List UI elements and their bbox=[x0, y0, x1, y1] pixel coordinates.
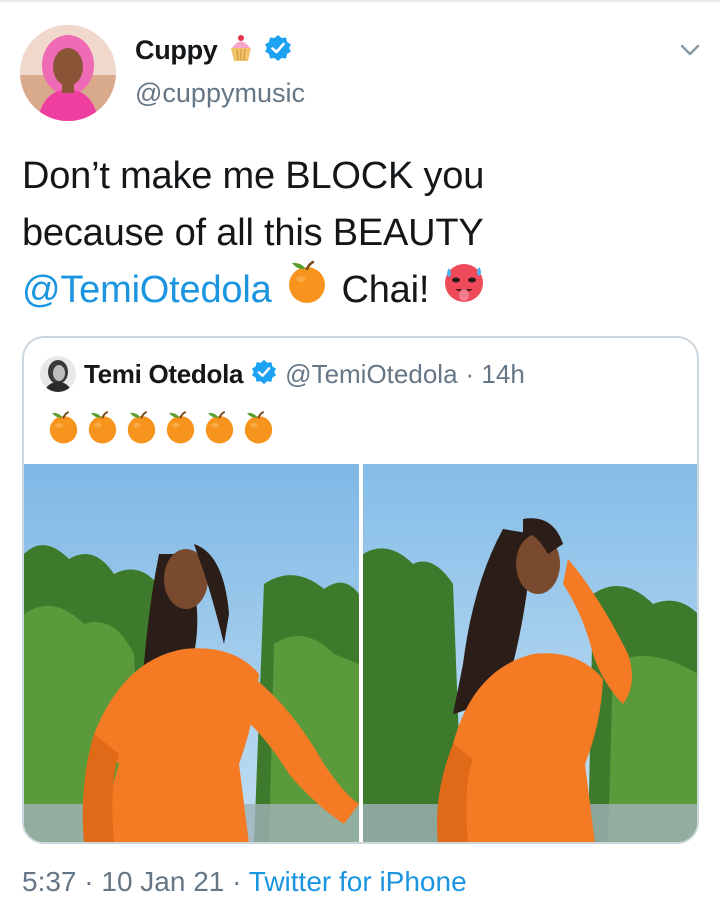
quoted-author-handle: @TemiOtedola bbox=[285, 358, 458, 389]
tweet-text-line-2: because of all this BEAUTY bbox=[22, 212, 484, 254]
tangerine-emoji bbox=[202, 410, 237, 450]
tangerine-emoji bbox=[46, 410, 81, 450]
tangerine-emoji bbox=[284, 259, 330, 322]
quoted-tweet-text bbox=[46, 410, 276, 450]
hot-face-emoji bbox=[441, 259, 487, 322]
top-divider bbox=[0, 0, 720, 2]
quoted-tweet-card[interactable]: Temi Otedola @TemiOtedola · 14h bbox=[22, 336, 699, 844]
quoted-verified-badge-icon bbox=[251, 359, 277, 390]
tweet-footer: 5:37 · 10 Jan 21 · Twitter for iPhone bbox=[22, 866, 467, 898]
tangerine-emoji bbox=[241, 410, 276, 450]
chevron-down-icon[interactable] bbox=[676, 36, 704, 64]
exclamation-text: Chai! bbox=[341, 269, 430, 311]
cupcake-emoji bbox=[226, 33, 256, 68]
tweet-source-link[interactable]: Twitter for iPhone bbox=[249, 866, 467, 897]
quoted-photo-2[interactable] bbox=[362, 464, 697, 842]
quoted-photo-1[interactable] bbox=[24, 464, 359, 842]
tangerine-emoji bbox=[163, 410, 198, 450]
tweet-text-line-3: @TemiOtedola Chai! bbox=[22, 259, 702, 322]
quoted-author-avatar bbox=[40, 356, 76, 392]
quoted-tweet-header: Temi Otedola @TemiOtedola · 14h bbox=[40, 352, 525, 396]
author-handle[interactable]: @cuppymusic bbox=[135, 78, 305, 109]
tweet-text-line-1: Don’t make me BLOCK you bbox=[22, 155, 485, 197]
quoted-author-display-name: Temi Otedola bbox=[84, 358, 244, 389]
verified-badge-icon bbox=[264, 34, 292, 67]
author-avatar[interactable] bbox=[20, 25, 116, 121]
mention-link[interactable]: @TemiOtedola bbox=[22, 262, 272, 319]
tangerine-emoji bbox=[124, 410, 159, 450]
tweet-timestamp[interactable]: 5:37 · 10 Jan 21 · bbox=[22, 866, 241, 897]
tangerine-emoji bbox=[85, 410, 120, 450]
author-name-row: Cuppy bbox=[135, 30, 292, 70]
quoted-media-grid bbox=[24, 464, 697, 842]
tweet-text: Don’t make me BLOCK you because of all t… bbox=[22, 148, 702, 319]
quoted-tweet-time: · 14h bbox=[465, 358, 525, 389]
author-display-name[interactable]: Cuppy bbox=[135, 35, 218, 66]
